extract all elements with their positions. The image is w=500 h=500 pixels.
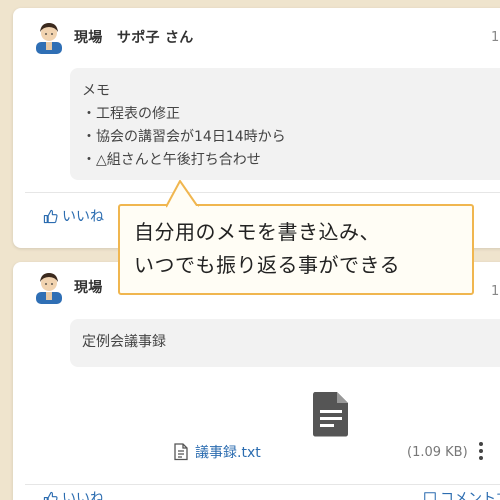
attachment-size: (1.09 KB): [407, 445, 468, 460]
divider: [25, 192, 500, 193]
callout-line: いつでも振り返る事ができる: [134, 253, 401, 277]
callout-pointer: [166, 180, 199, 208]
comment-label: コメントす: [440, 491, 500, 500]
divider: [25, 484, 500, 485]
kebab-menu-icon[interactable]: [479, 442, 483, 460]
text-file-icon[interactable]: [310, 390, 352, 438]
post-actions: いいね コメントす: [43, 488, 500, 500]
callout-line: 自分用のメモを書き込み、: [134, 220, 380, 244]
memo-bubble: メモ ・工程表の修正 ・協会の講習会が14日14時から ・△組さんと午後打ち合わ…: [70, 68, 500, 180]
kebab-dot: [479, 442, 483, 446]
memo-line: ・工程表の修正: [82, 106, 180, 122]
post-timestamp: 1: [491, 284, 500, 299]
attachment-link[interactable]: 議事録.txt: [173, 442, 261, 462]
memo-line: ・△組さんと午後打ち合わせ: [82, 152, 261, 168]
thumbs-up-icon: [43, 209, 58, 223]
memo-line: 定例会議事録: [82, 334, 166, 350]
memo-line: ・協会の講習会が14日14時から: [82, 129, 286, 145]
comment-button[interactable]: コメントす: [423, 488, 500, 500]
post-header: 現場: [33, 270, 117, 304]
like-label: いいね: [62, 491, 104, 500]
like-label: いいね: [62, 209, 104, 225]
comment-icon: [424, 492, 436, 500]
avatar[interactable]: [33, 270, 65, 304]
post-card: 現場 1 定例会議事録 議事録.txt (1.09 KB) いいね コメント: [13, 262, 500, 500]
post-timestamp: 1: [491, 30, 500, 45]
feature-callout: 自分用のメモを書き込み、 いつでも振り返る事ができる: [118, 204, 474, 295]
like-button[interactable]: いいね: [43, 206, 104, 226]
author-name: 現場: [74, 280, 117, 296]
kebab-dot: [479, 449, 483, 453]
like-button[interactable]: いいね: [43, 488, 104, 500]
avatar[interactable]: [33, 20, 65, 54]
document-icon: [174, 443, 188, 461]
author-name: 現場 サポ子 さん: [74, 30, 194, 46]
post-header: 現場 サポ子 さん: [33, 20, 194, 54]
kebab-dot: [479, 456, 483, 460]
attachment-name: 議事録.txt: [195, 445, 261, 461]
thumbs-up-icon: [43, 491, 58, 500]
memo-bubble: 定例会議事録: [70, 319, 500, 367]
memo-line: メモ: [82, 83, 110, 99]
